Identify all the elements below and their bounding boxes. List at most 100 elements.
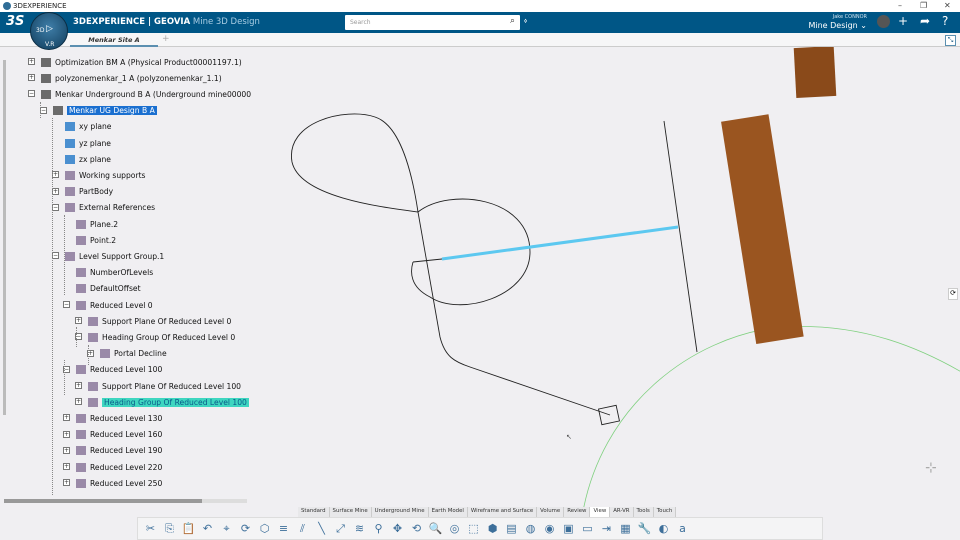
compass-button[interactable]: 3D ▷ V.R <box>30 12 68 50</box>
paste-icon[interactable]: 📋 <box>180 522 197 535</box>
tree-item[interactable]: yz plane <box>65 136 111 150</box>
expand-toggle[interactable]: + <box>52 187 59 195</box>
action-tab-wireframe-and-surface[interactable]: Wireframe and Surface <box>467 507 538 517</box>
zoom-icon[interactable]: ⚲ <box>370 522 387 535</box>
tree-item[interactable]: PartBody <box>65 185 113 199</box>
expand-toggle[interactable]: − <box>63 301 70 308</box>
expand-toggle[interactable]: + <box>52 171 59 179</box>
tree-item[interactable]: Level Support Group.1 <box>65 249 164 263</box>
expand-toggle[interactable]: + <box>75 382 82 389</box>
tree-item[interactable]: Reduced Level 0 <box>76 298 153 312</box>
tree-item[interactable]: Reduced Level 250 <box>76 476 162 490</box>
expand-toggle[interactable]: − <box>52 203 59 211</box>
data-icon[interactable]: ▦ <box>617 522 634 535</box>
tab-menkar-site-a[interactable]: Menkar Site A <box>70 33 158 47</box>
action-tab-earth-model[interactable]: Earth Model <box>428 507 468 517</box>
side-panel-toggle[interactable]: ⟳ <box>948 288 958 300</box>
action-tab-ar-vr[interactable]: AR-VR <box>610 507 634 517</box>
3d-viewport[interactable]: ↖ ⊹ <box>260 47 960 507</box>
action-tab-volume[interactable]: Volume <box>537 507 565 517</box>
share-icon[interactable]: ➦ <box>920 14 930 28</box>
expand-toggle[interactable]: + <box>28 58 35 65</box>
expand-toggle[interactable]: − <box>28 90 35 98</box>
tree-horizontal-scrollbar[interactable] <box>4 499 247 503</box>
globe-icon[interactable]: ◐ <box>655 522 672 535</box>
tree-item[interactable]: Point.2 <box>76 233 116 247</box>
maximize-button[interactable]: ❐ <box>920 1 927 10</box>
select-3d-icon[interactable]: ▣ <box>560 522 577 535</box>
expand-toggle[interactable]: − <box>52 252 59 260</box>
tree-item[interactable]: Menkar UG Design B A <box>53 104 157 118</box>
expand-toggle[interactable]: + <box>75 398 82 406</box>
role-selector[interactable]: Mine Design ⌄ <box>808 21 867 30</box>
copy-icon[interactable]: ⎘ <box>161 522 178 536</box>
expand-toggle[interactable]: + <box>63 414 70 422</box>
tag-icon[interactable]: ⬫ <box>524 14 527 28</box>
action-tab-standard[interactable]: Standard <box>298 507 330 517</box>
action-tab-view[interactable]: View <box>590 507 611 517</box>
collapse-icon[interactable]: ⤡ <box>945 35 956 46</box>
tree-item[interactable]: zx plane <box>65 152 111 166</box>
tree-item[interactable]: Heading Group Of Reduced Level 100 <box>88 395 249 409</box>
tree-item[interactable]: NumberOfLevels <box>76 266 153 280</box>
tree-item[interactable]: DefaultOffset <box>76 282 141 296</box>
tree-item[interactable]: Support Plane Of Reduced Level 100 <box>88 379 241 393</box>
action-tab-underground-mine[interactable]: Underground Mine <box>371 507 429 517</box>
fit-all-icon[interactable]: ⌖ <box>218 522 235 536</box>
tree-item[interactable]: Reduced Level 220 <box>76 460 162 474</box>
web-icon[interactable]: ◉ <box>541 522 558 535</box>
tree-item[interactable]: Plane.2 <box>76 217 118 231</box>
help-icon[interactable]: ? <box>942 14 948 28</box>
tree-item[interactable]: Menkar Underground B A (Underground mine… <box>41 87 251 101</box>
globe-settings-icon[interactable]: ◍ <box>522 522 539 535</box>
minimize-button[interactable]: – <box>898 1 902 10</box>
expand-toggle[interactable]: + <box>63 430 70 438</box>
action-tab-tools[interactable]: Tools <box>633 507 654 517</box>
tree-item[interactable]: Working supports <box>65 168 146 182</box>
tree-item[interactable]: Heading Group Of Reduced Level 0 <box>88 330 235 344</box>
database-icon[interactable]: ▤ <box>503 522 520 535</box>
display-icon[interactable]: ▭ <box>579 522 596 535</box>
view-box-icon[interactable]: ⬚ <box>465 522 482 535</box>
expand-toggle[interactable]: + <box>63 479 70 487</box>
tree-item[interactable]: Optimization BM A (Physical Product00001… <box>41 55 242 69</box>
expand-toggle[interactable]: + <box>63 446 70 454</box>
update-icon[interactable]: ⟳ <box>237 522 254 535</box>
action-tab-surface-mine[interactable]: Surface Mine <box>329 507 372 517</box>
scroll-thumb[interactable] <box>4 499 202 503</box>
ramp-icon[interactable]: ≋ <box>351 522 368 535</box>
ds-logo-icon[interactable]: 3S <box>6 14 24 29</box>
junction-icon[interactable]: ⤢ <box>332 522 349 536</box>
search-icon[interactable]: ⌕ <box>510 16 515 26</box>
action-tab-touch[interactable]: Touch <box>653 507 677 517</box>
shading-icon[interactable]: ⬢ <box>484 522 501 535</box>
expand-toggle[interactable]: + <box>28 74 35 82</box>
undo-icon[interactable]: ↶ <box>199 522 216 535</box>
expand-toggle[interactable]: + <box>63 463 70 470</box>
capture-icon[interactable]: ◎ <box>446 522 463 535</box>
pan-icon[interactable]: ✥ <box>389 522 406 535</box>
select-icon[interactable]: ⬡ <box>256 522 273 535</box>
tree-item[interactable]: Support Plane Of Reduced Level 0 <box>88 314 231 328</box>
drive-icon[interactable]: ╲ <box>313 522 330 535</box>
heading-icon[interactable]: ⫽ <box>294 522 311 536</box>
expand-toggle[interactable]: − <box>40 106 47 114</box>
tree-item[interactable]: External References <box>65 201 155 215</box>
rotate-icon[interactable]: ⟲ <box>408 522 425 535</box>
new-tab-button[interactable]: + <box>162 34 170 44</box>
search-input[interactable]: Search ⌕ <box>345 15 520 30</box>
export-icon[interactable]: ⇥ <box>598 522 615 535</box>
tree-item[interactable]: polyzonemenkar_1 A (polyzonemenkar_1.1) <box>41 71 222 85</box>
cut-icon[interactable]: ✂ <box>142 522 159 535</box>
tree-item[interactable]: xy plane <box>65 120 111 134</box>
level-icon[interactable]: ≡ <box>275 522 292 535</box>
tree-item[interactable]: Reduced Level 130 <box>76 411 162 425</box>
action-tab-review[interactable]: Review <box>564 507 591 517</box>
wrench-icon[interactable]: 🔧 <box>636 522 653 535</box>
add-icon[interactable]: + <box>898 14 908 28</box>
close-button[interactable]: ✕ <box>944 1 951 10</box>
avatar[interactable] <box>877 15 890 28</box>
tree-item[interactable]: Reduced Level 160 <box>76 428 162 442</box>
tree-item[interactable]: Reduced Level 190 <box>76 444 162 458</box>
zoom-area-icon[interactable]: 🔍 <box>427 522 444 535</box>
